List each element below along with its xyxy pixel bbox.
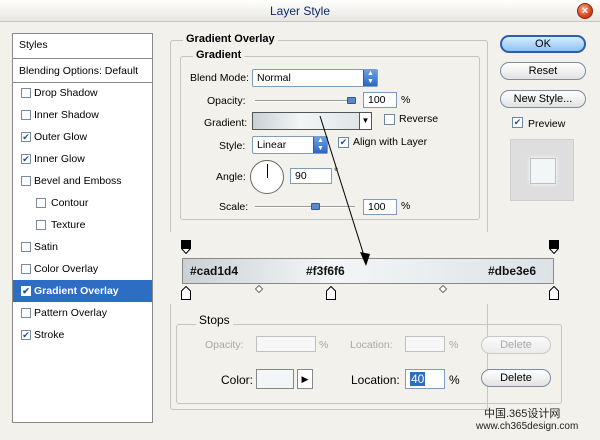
stop-location-field-1 <box>405 336 445 352</box>
style-item-label: Inner Shadow <box>34 109 99 121</box>
style-item-label: Stroke <box>34 329 65 341</box>
styles-list: Styles Blending Options: Default Drop Sh… <box>12 33 153 423</box>
blending-options[interactable]: Blending Options: Default <box>13 60 152 82</box>
divider <box>13 58 152 59</box>
checkbox[interactable] <box>21 88 31 98</box>
stop-color-label: #dbe3e6 <box>488 264 537 278</box>
stop-opacity-unit: % <box>319 339 329 351</box>
group-title: Gradient Overlay <box>183 33 278 45</box>
annotation-arrow <box>319 115 370 266</box>
gradient-label: Gradient: <box>204 117 248 129</box>
style-item-label: Bevel and Emboss <box>34 175 122 187</box>
opacity-stop-right[interactable] <box>548 240 560 255</box>
style-item-satin[interactable]: Satin <box>13 236 152 258</box>
color-stop-middle[interactable] <box>326 285 336 303</box>
style-item-drop-shadow[interactable]: Drop Shadow <box>13 82 152 104</box>
color-stop-left[interactable] <box>181 285 191 303</box>
stop-opacity-field <box>256 336 316 352</box>
style-item-label: Texture <box>51 219 86 231</box>
color-stop-right[interactable] <box>549 285 559 303</box>
stop-location-field-2[interactable]: 40 <box>405 369 445 389</box>
preview-checkbox[interactable]: ✔ <box>512 117 523 128</box>
checkbox[interactable] <box>36 220 46 230</box>
close-button[interactable]: × <box>577 3 593 19</box>
scale-unit: % <box>401 200 411 212</box>
opacity-field[interactable]: 100 <box>363 92 397 108</box>
style-item-gradient-overlay[interactable]: ✔ Gradient Overlay <box>13 280 152 302</box>
opacity-slider-thumb[interactable] <box>347 97 356 104</box>
preview-swatch <box>530 158 556 184</box>
stop-location-label-2: Location: <box>351 373 400 387</box>
style-item-stroke[interactable]: ✔ Stroke <box>13 324 152 346</box>
subgroup-title: Gradient <box>193 49 245 61</box>
stop-color-swatch[interactable] <box>256 369 294 389</box>
delete-button[interactable]: Delete <box>481 369 551 387</box>
opacity-unit: % <box>401 94 411 106</box>
checkbox[interactable] <box>36 198 46 208</box>
style-item-label: Contour <box>51 197 89 209</box>
blend-mode-value: Normal <box>257 72 291 84</box>
stop-location-label-1: Location: <box>350 339 393 351</box>
style-item-label: Color Overlay <box>34 263 99 275</box>
blend-mode-label: Blend Mode: <box>190 72 249 84</box>
stop-color-label: Color: <box>221 373 254 387</box>
opacity-label: Opacity: <box>207 95 246 107</box>
play-arrow-icon[interactable]: ▶ <box>297 369 313 389</box>
style-item-color-overlay[interactable]: Color Overlay <box>13 258 152 280</box>
stop-location-unit-1: % <box>449 339 459 351</box>
reverse-checkbox[interactable] <box>384 114 395 125</box>
style-label: Style: <box>219 140 246 152</box>
checkbox[interactable] <box>21 110 31 120</box>
checkbox[interactable] <box>21 176 31 186</box>
angle-needle <box>267 164 268 178</box>
style-item-label: Satin <box>34 241 58 253</box>
preview-label: Preview <box>528 118 566 130</box>
stepper-icon: ▲ ▼ <box>363 70 377 86</box>
stop-location-unit-2: % <box>449 373 460 387</box>
style-item-pattern-overlay[interactable]: Pattern Overlay <box>13 302 152 324</box>
style-item-label: Gradient Overlay <box>34 285 119 297</box>
reset-button[interactable]: Reset <box>500 62 586 80</box>
reverse-label: Reverse <box>399 113 439 125</box>
angle-dial[interactable] <box>250 160 284 194</box>
watermark-line2: www.ch365design.com <box>476 421 579 432</box>
angle-label: Angle: <box>216 171 246 183</box>
style-item-label: Drop Shadow <box>34 87 98 99</box>
style-item-label: Outer Glow <box>34 131 88 143</box>
preview-box <box>510 139 574 201</box>
window-title: Layer Style <box>269 4 331 18</box>
opacity-slider-track[interactable] <box>255 100 355 102</box>
new-style-button[interactable]: New Style... <box>500 90 586 108</box>
style-item-inner-glow[interactable]: ✔ Inner Glow <box>13 148 152 170</box>
style-item-label: Inner Glow <box>34 153 85 165</box>
style-item-bevel-emboss[interactable]: Bevel and Emboss <box>13 170 152 192</box>
blend-mode-select[interactable]: Normal ▲ ▼ <box>252 69 378 87</box>
watermark-line1: 中国.365设计网 <box>484 408 561 420</box>
stop-opacity-label: Opacity: <box>205 339 244 351</box>
style-item-texture[interactable]: Texture <box>13 214 152 236</box>
checkbox[interactable]: ✔ <box>21 132 31 142</box>
delete-button-disabled: Delete <box>481 336 551 354</box>
stops-title: Stops <box>196 313 233 327</box>
style-item-inner-shadow[interactable]: Inner Shadow <box>13 104 152 126</box>
checkbox[interactable]: ✔ <box>21 286 31 296</box>
ok-button[interactable]: OK <box>500 35 586 53</box>
stop-color-label: #cad1d4 <box>190 264 239 278</box>
checkbox[interactable]: ✔ <box>21 154 31 164</box>
scale-label: Scale: <box>219 201 249 213</box>
location-value: 40 <box>410 372 426 386</box>
checkbox[interactable] <box>21 308 31 318</box>
checkbox[interactable] <box>21 242 31 252</box>
opacity-stop-left[interactable] <box>180 240 192 255</box>
style-value: Linear <box>257 139 287 151</box>
styles-header[interactable]: Styles <box>13 34 152 56</box>
checkbox[interactable] <box>21 264 31 274</box>
style-item-contour[interactable]: Contour <box>13 192 152 214</box>
style-item-outer-glow[interactable]: ✔ Outer Glow <box>13 126 152 148</box>
style-item-label: Pattern Overlay <box>34 307 107 319</box>
checkbox[interactable]: ✔ <box>21 330 31 340</box>
